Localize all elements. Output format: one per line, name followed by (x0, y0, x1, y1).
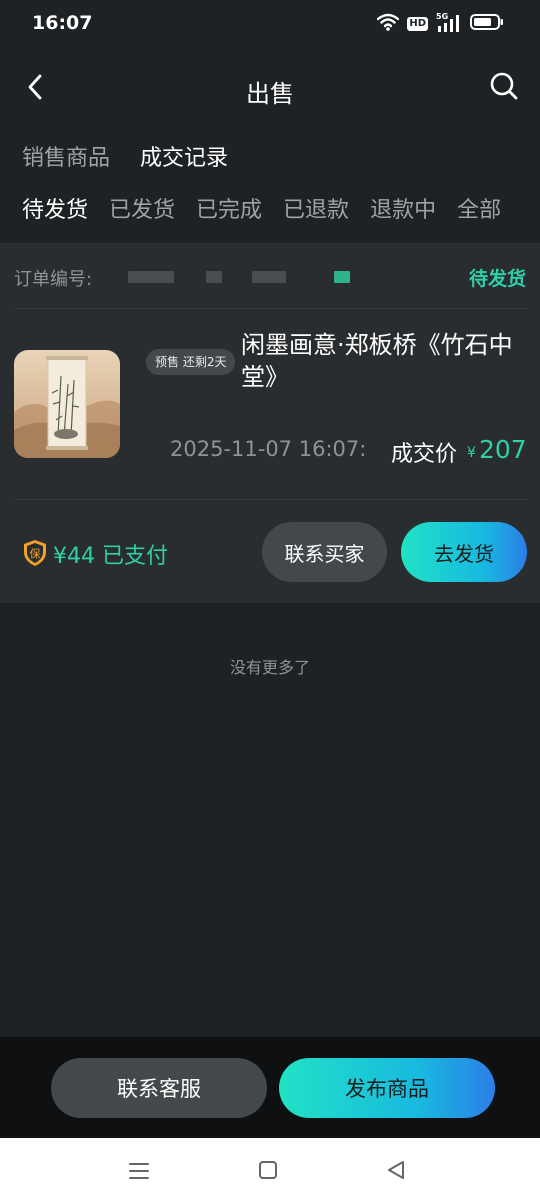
page: 16:07 HD 5G 出售 销售商品 成交记录 待发货 已发货 已完成 已退款… (0, 0, 540, 1204)
tab-shipped[interactable]: 已发货 (109, 192, 175, 224)
tab-sales-goods[interactable]: 销售商品 (22, 140, 110, 172)
ship-button[interactable]: 去发货 (401, 522, 527, 582)
order-number-redacted (334, 271, 350, 283)
presale-badge: 预售 还剩2天 (146, 349, 236, 375)
status-icons: HD 5G (377, 12, 504, 35)
deal-price-label: 成交价 (391, 442, 458, 467)
order-number-redacted (252, 271, 286, 283)
system-nav-bar (0, 1138, 540, 1204)
product-title[interactable]: 闲墨画意·郑板桥《竹石中堂》 (241, 329, 526, 393)
divider (14, 499, 526, 500)
header: 出售 (0, 60, 540, 120)
signal-icon: 5G (436, 12, 462, 33)
order-number-label: 订单编号: (14, 269, 93, 290)
status-tabs: 待发货 已发货 已完成 已退款 退款中 全部 (22, 192, 501, 224)
search-button[interactable] (488, 70, 520, 106)
back-button[interactable] (18, 70, 52, 108)
back-triangle-icon[interactable] (385, 1159, 407, 1181)
order-number-redacted (206, 271, 222, 283)
publish-goods-button[interactable]: 发布商品 (279, 1058, 495, 1118)
tab-refunding[interactable]: 退款中 (370, 192, 436, 224)
shield-icon: 保 (22, 539, 48, 567)
hd-icon: HD (407, 17, 428, 31)
contact-service-button[interactable]: 联系客服 (51, 1058, 267, 1118)
main-tabs: 销售商品 成交记录 (22, 140, 228, 172)
tab-pending-shipment[interactable]: 待发货 (22, 192, 88, 224)
deposit-paid-text: ¥44 已支付 (53, 544, 168, 569)
product-image[interactable] (14, 350, 120, 458)
tab-all[interactable]: 全部 (457, 192, 501, 224)
order-card[interactable]: 订单编号: 待发货 预售 还剩2天 闲墨画意·郑板桥《竹石中堂》 2025-11… (0, 243, 540, 603)
home-icon[interactable] (257, 1159, 279, 1181)
tab-completed[interactable]: 已完成 (196, 192, 262, 224)
wifi-icon (377, 13, 400, 35)
battery-icon (470, 13, 504, 35)
tab-deal-records[interactable]: 成交记录 (140, 140, 228, 172)
order-header: 订单编号: 待发货 (14, 243, 526, 309)
order-number-redacted (128, 271, 174, 283)
bottom-action-bar: 联系客服 发布商品 (0, 1037, 540, 1138)
deposit-icon-label: 保 (30, 547, 41, 561)
deal-price-value: 207 (479, 435, 527, 464)
chevron-left-icon (27, 74, 43, 104)
status-bar: 16:07 HD 5G (0, 0, 540, 48)
menu-icon[interactable] (127, 1160, 151, 1182)
order-status: 待发货 (468, 268, 526, 290)
status-time: 16:07 (32, 12, 93, 34)
deal-price-currency: ¥ (467, 445, 476, 461)
deal-time: 2025-11-07 16:07: (170, 437, 367, 461)
page-title: 出售 (246, 80, 294, 108)
search-icon (489, 71, 519, 105)
contact-buyer-button[interactable]: 联系买家 (262, 522, 387, 582)
no-more-text: 没有更多了 (229, 658, 310, 677)
tab-refunded[interactable]: 已退款 (283, 192, 349, 224)
